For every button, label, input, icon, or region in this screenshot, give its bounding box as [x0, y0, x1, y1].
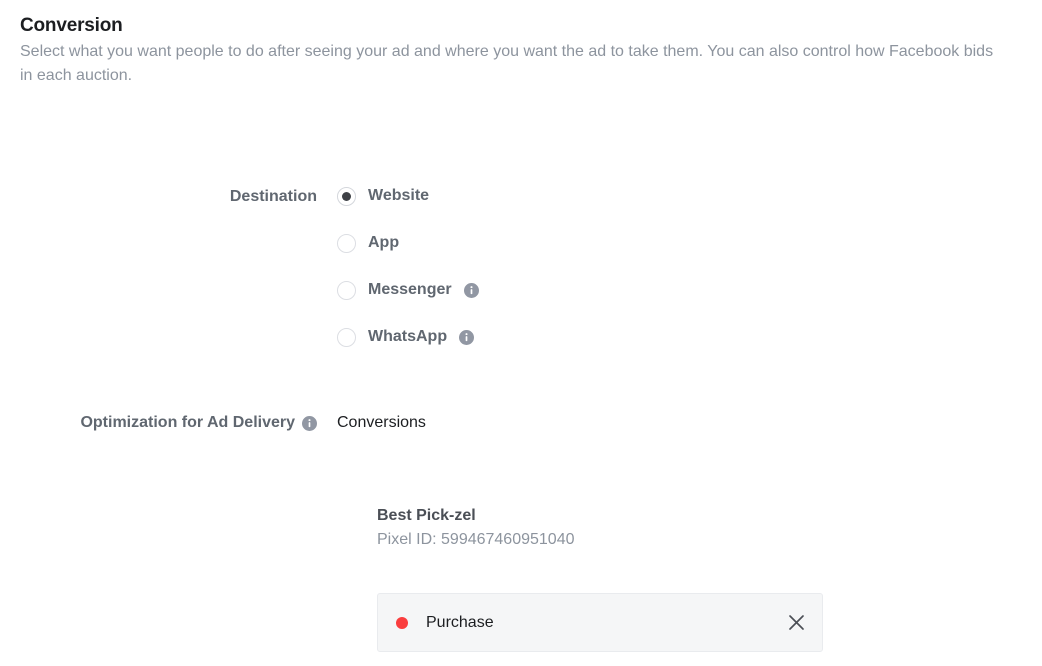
radio-label-messenger: Messenger [368, 281, 452, 298]
pixel-block: Best Pick-zel Pixel ID: 599467460951040 [377, 505, 575, 551]
radio-option-website[interactable]: Website [337, 186, 429, 206]
conversion-event-label: Purchase [426, 613, 494, 631]
radio-unselected-icon[interactable] [337, 327, 356, 347]
destination-row: Destination Website App Messenger WhatsA… [0, 186, 1042, 347]
close-icon[interactable] [784, 611, 808, 635]
radio-label-whatsapp: WhatsApp [368, 328, 448, 345]
conversion-event-box[interactable]: Purchase [377, 593, 823, 652]
radio-label-app: App [368, 234, 400, 251]
pixel-name: Best Pick-zel [377, 507, 476, 524]
optimization-value: Conversions [337, 414, 426, 431]
status-dot-icon [396, 616, 408, 629]
destination-field: Website App Messenger WhatsApp [337, 186, 1042, 347]
info-icon[interactable] [463, 282, 479, 298]
info-icon[interactable] [302, 415, 317, 431]
info-icon[interactable] [459, 329, 475, 345]
radio-unselected-icon[interactable] [337, 280, 356, 300]
section-header: Conversion Select what you want people t… [20, 14, 1010, 88]
destination-label-text: Destination [229, 188, 317, 205]
destination-label: Destination [0, 186, 337, 208]
radio-option-messenger[interactable]: Messenger [337, 280, 479, 300]
page-title: Conversion [20, 15, 123, 36]
radio-option-app[interactable]: App [337, 233, 399, 253]
radio-option-whatsapp[interactable]: WhatsApp [337, 327, 475, 347]
optimization-label-text: Optimization for Ad Delivery [80, 414, 295, 431]
optimization-field: Conversions [337, 412, 1042, 434]
optimization-label: Optimization for Ad Delivery [0, 412, 337, 434]
optimization-row: Optimization for Ad Delivery Conversions [0, 412, 1042, 434]
radio-selected-icon[interactable] [337, 186, 356, 206]
pixel-id: Pixel ID: 599467460951040 [377, 531, 575, 548]
section-description: Select what you want people to do after … [20, 43, 994, 84]
radio-label-website: Website [368, 187, 430, 204]
destination-radio-group: Website App Messenger WhatsApp [337, 186, 1042, 347]
radio-unselected-icon[interactable] [337, 233, 356, 253]
